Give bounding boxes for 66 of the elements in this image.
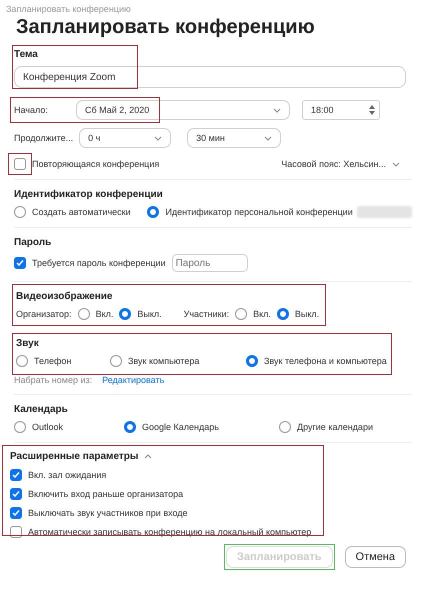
- window-title: Запланировать конференцию: [6, 4, 132, 14]
- edit-link[interactable]: Редактировать: [102, 375, 164, 385]
- option-label: Вкл.: [253, 309, 271, 319]
- option-label: Google Календарь: [142, 422, 219, 432]
- radio-button[interactable]: [110, 355, 122, 367]
- option-label: Другие календари: [297, 422, 373, 432]
- chevron-down-icon: [264, 136, 272, 140]
- checkbox[interactable]: [10, 469, 22, 481]
- password-field[interactable]: Пароль: [172, 254, 248, 272]
- checkbox-label: Автоматически записывать конференцию на локальный компьютер: [28, 527, 312, 537]
- checkbox-label: Вкл. зал ожидания: [28, 470, 106, 480]
- option-label: Звук компьютера: [128, 356, 200, 366]
- chevron-down-icon: [273, 108, 281, 112]
- option-label: Выкл.: [294, 309, 320, 319]
- radio-button[interactable]: [124, 421, 136, 433]
- checkbox[interactable]: [10, 488, 22, 500]
- radio-button[interactable]: [119, 308, 132, 320]
- checkbox[interactable]: [14, 158, 26, 170]
- hours-dropdown[interactable]: 0 ч: [79, 128, 172, 148]
- section-title: Календарь: [14, 404, 69, 415]
- advanced-toggle[interactable]: Расширенные параметры: [10, 451, 412, 462]
- topic-field[interactable]: Конференция Zoom: [14, 66, 406, 88]
- date-dropdown[interactable]: Сб Май 2, 2020: [76, 100, 290, 120]
- chevron-down-icon: [154, 136, 162, 140]
- radio-button[interactable]: [14, 421, 26, 433]
- radio-button[interactable]: [276, 308, 289, 320]
- group-label: Участники:: [184, 309, 230, 319]
- radio-button[interactable]: [16, 355, 28, 367]
- option-label: Идентификатор персональной конференции: [165, 207, 353, 217]
- option-label: Телефон: [34, 356, 72, 366]
- blurred-text: [356, 206, 412, 218]
- section-title: Видеоизображение: [16, 291, 114, 302]
- chevron-down-icon: [392, 162, 400, 166]
- spinner-icon[interactable]: [368, 103, 376, 117]
- checkbox-label: Выключать звук участников при входе: [28, 508, 188, 518]
- field-label: Продолжите...: [14, 133, 74, 143]
- chevron-up-icon: [144, 454, 152, 459]
- radio-button[interactable]: [246, 355, 258, 367]
- radio-button[interactable]: [78, 308, 90, 320]
- checkbox[interactable]: [10, 507, 22, 519]
- time-field[interactable]: 18:00: [302, 100, 380, 120]
- group-label: Организатор:: [16, 309, 72, 319]
- dial-label: Набрать номер из:: [14, 375, 92, 385]
- checkbox-label: Повторяющаяся конференция: [32, 159, 160, 169]
- field-label: Тема: [14, 49, 39, 60]
- field-label: Начало:: [14, 105, 49, 115]
- minutes-dropdown[interactable]: 30 мин: [187, 128, 282, 148]
- radio-button[interactable]: [147, 206, 160, 218]
- option-label: Создать автоматически: [32, 207, 131, 217]
- option-label: Вкл.: [96, 309, 114, 319]
- checkbox[interactable]: [14, 257, 26, 269]
- section-title: Пароль: [14, 237, 52, 248]
- radio-button[interactable]: [14, 206, 26, 218]
- cancel-button[interactable]: Отмена: [344, 546, 406, 568]
- checkbox-label: Требуется пароль конференции: [32, 258, 166, 268]
- option-label: Звук телефона и компьютера: [264, 356, 387, 366]
- checkbox[interactable]: [10, 526, 22, 538]
- section-title: Идентификатор конференции: [14, 189, 164, 200]
- timezone-dropdown[interactable]: Часовой пояс: Хельсин...: [281, 159, 400, 169]
- page-heading: Запланировать конференцию: [16, 16, 316, 39]
- option-label: Выкл.: [137, 309, 162, 319]
- checkbox-label: Включить вход раньше организатора: [28, 489, 184, 499]
- radio-button[interactable]: [235, 308, 248, 320]
- option-label: Outlook: [32, 422, 64, 432]
- section-title: Звук: [16, 338, 40, 349]
- radio-button[interactable]: [279, 421, 291, 433]
